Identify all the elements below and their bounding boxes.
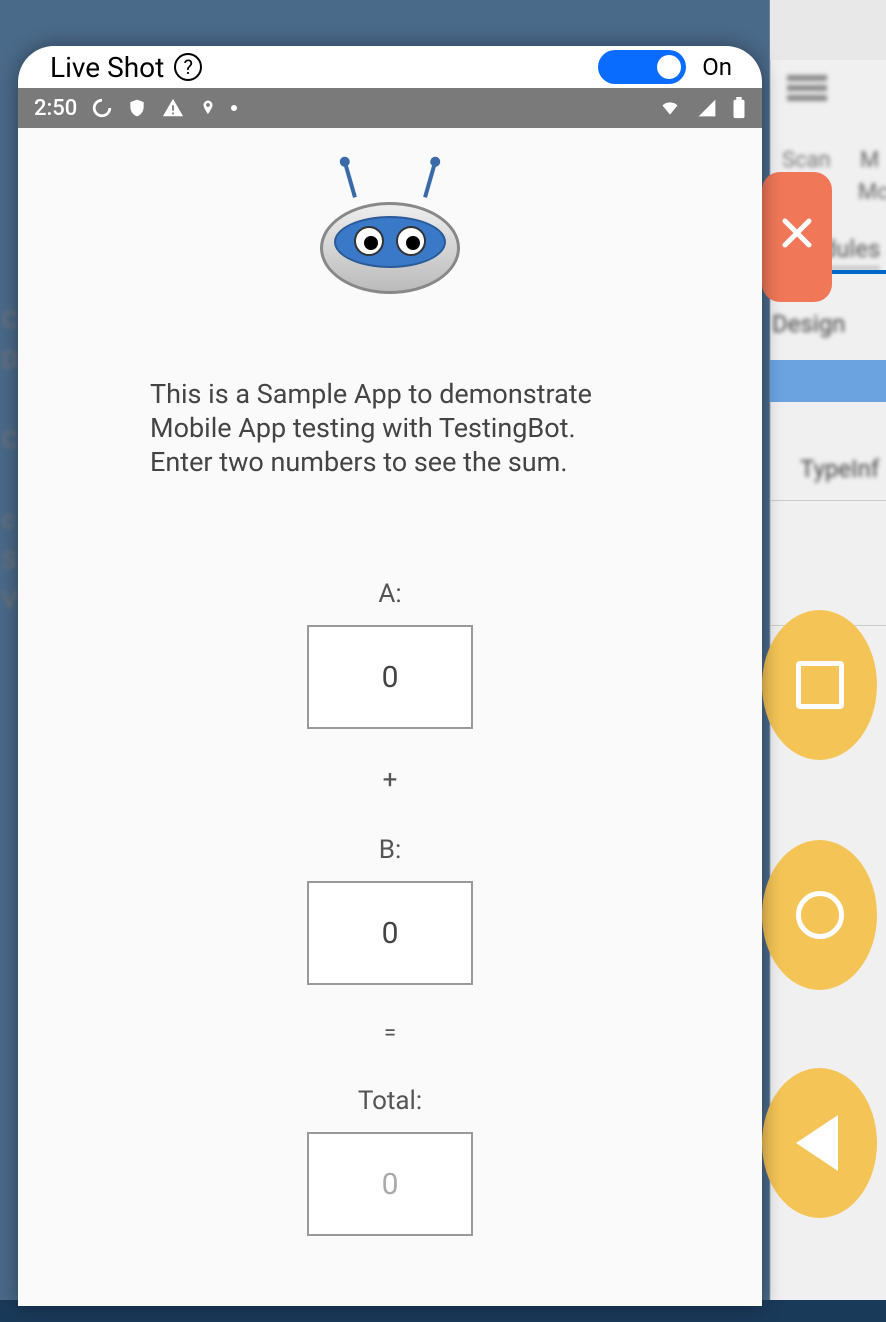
robot-logo [320,188,460,318]
android-back-button[interactable] [762,1068,877,1218]
scan-label: Scan [782,148,831,173]
android-home-button[interactable] [762,840,877,990]
label-total: Total: [358,1086,422,1116]
typeinf-label: TypeInf [800,455,879,483]
close-icon [779,213,815,262]
square-icon [796,661,844,709]
status-time: 2:50 [34,96,77,121]
background-top-strip [770,0,886,60]
background-edge-text: CDCcSV [2,300,18,620]
triangle-icon [796,1115,838,1171]
panel-title: Live Shot [50,51,164,84]
scan-icon [782,75,832,125]
close-button[interactable] [762,172,832,302]
plus-operator: + [383,765,398,795]
shield-icon [127,97,147,119]
input-total [307,1132,473,1236]
dot-icon [231,105,237,111]
help-icon[interactable]: ? [174,53,202,81]
live-shot-toggle[interactable] [598,50,686,84]
design-label: Design [772,310,845,338]
selected-row-strip [770,360,886,402]
input-b[interactable] [307,881,473,985]
android-recent-apps-button[interactable] [762,610,877,760]
battery-icon [732,97,746,119]
android-status-bar: 2:50 [18,88,762,128]
input-a[interactable] [307,625,473,729]
equals-operator: = [384,1021,396,1046]
calculator-form: A: + B: = Total: [307,579,473,1236]
m-label: M [860,148,879,173]
separator [770,500,886,501]
app-description: This is a Sample App to demonstrate Mobi… [150,378,630,479]
phone-live-view: Live Shot ? On 2:50 [18,46,762,1306]
mc-label: Mc [858,180,886,205]
toggle-knob [657,55,681,79]
warning-icon [161,97,185,119]
toggle-label: On [702,53,732,81]
circle-icon [796,891,844,939]
app-content: This is a Sample App to demonstrate Mobi… [18,128,762,1306]
signal-icon [696,98,718,118]
label-b: B: [379,835,402,865]
location-icon [199,97,217,119]
wifi-icon [658,98,682,118]
panel-header: Live Shot ? On [18,46,762,88]
label-a: A: [378,579,401,609]
sync-icon [91,97,113,119]
